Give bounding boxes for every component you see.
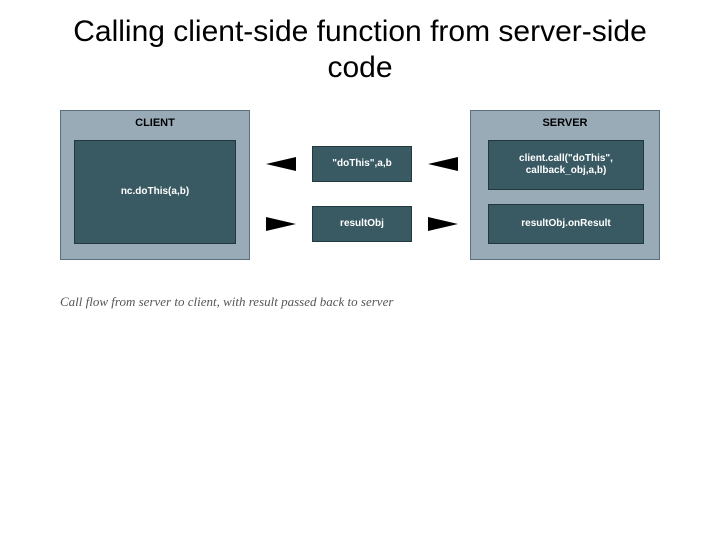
arrow-mid-to-server-icon — [428, 217, 458, 231]
arrow-client-to-mid-icon — [266, 217, 296, 231]
client-inner-box: nc.doThis(a,b) — [74, 140, 236, 244]
diagram-caption: Call flow from server to client, with re… — [60, 294, 393, 310]
arrow-mid-to-client-icon — [266, 157, 296, 171]
call-flow-diagram: CLIENT nc.doThis(a,b) SERVER client.call… — [60, 110, 660, 280]
slide-title: Calling client-side function from server… — [0, 0, 720, 86]
message-top-box: "doThis",a,b — [312, 146, 412, 182]
server-result-box: resultObj.onResult — [488, 204, 644, 244]
message-bottom-box: resultObj — [312, 206, 412, 242]
server-call-box: client.call("doThis", callback_obj,a,b) — [488, 140, 644, 190]
server-label: SERVER — [471, 111, 659, 133]
arrow-server-to-mid-icon — [428, 157, 458, 171]
client-label: CLIENT — [61, 111, 249, 133]
